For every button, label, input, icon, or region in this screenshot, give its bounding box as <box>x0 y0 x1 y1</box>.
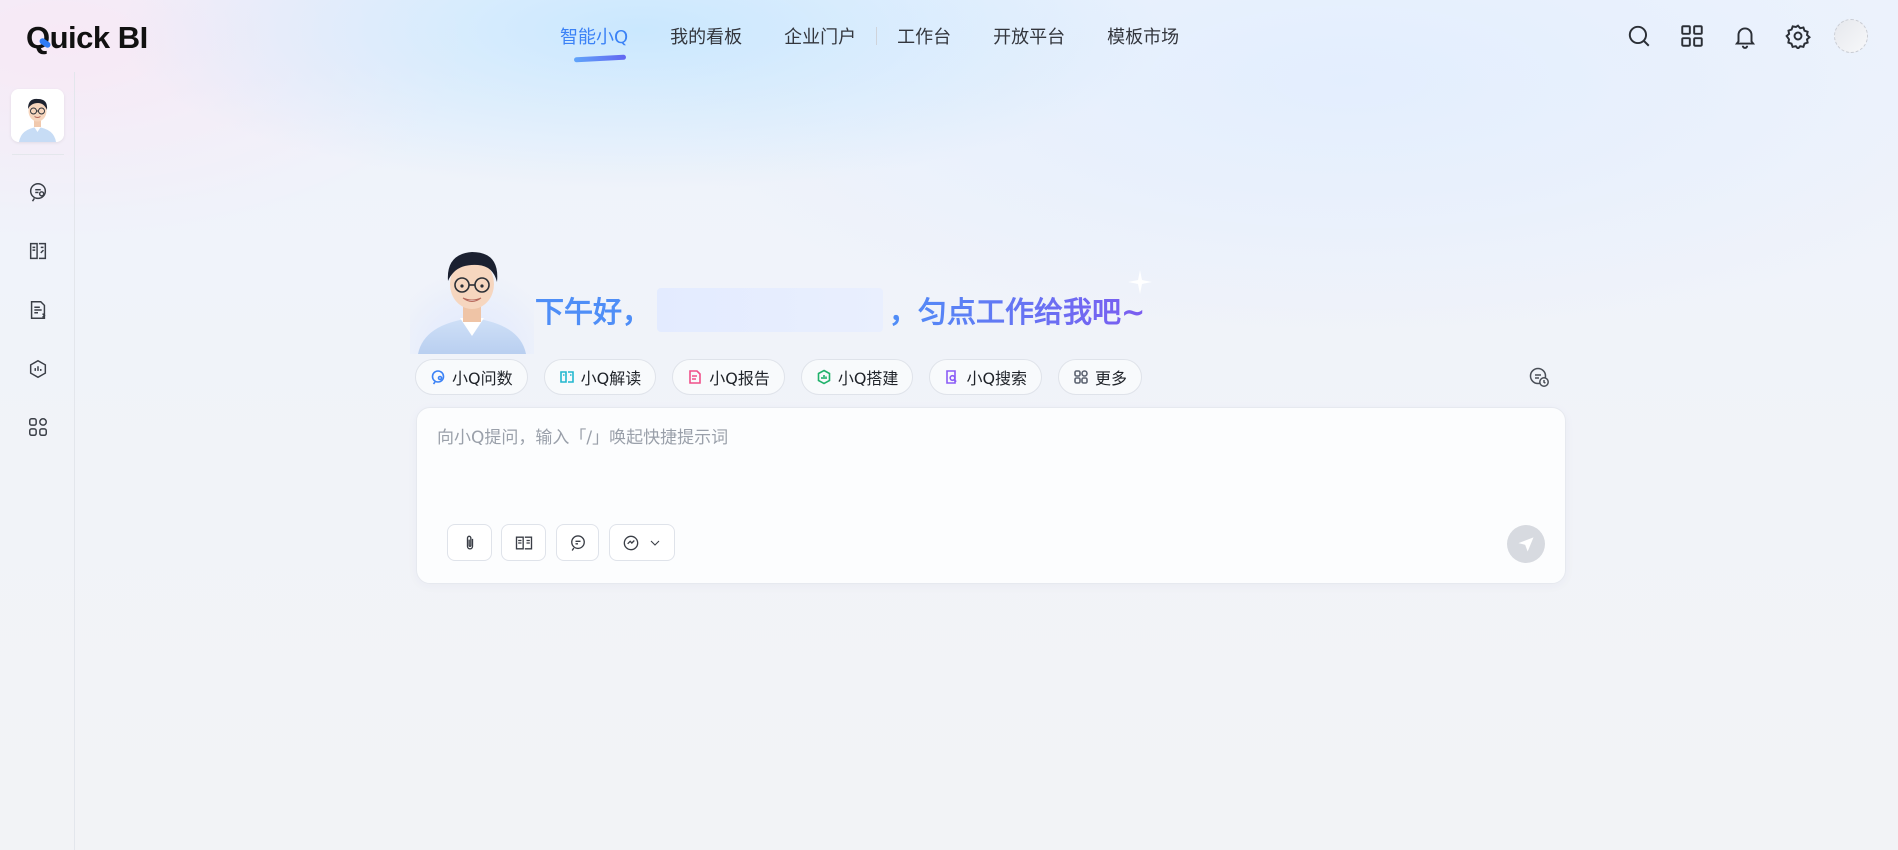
build-icon[interactable] <box>24 355 52 383</box>
nav-item-portal[interactable]: 企业门户 <box>784 23 856 49</box>
send-icon <box>1518 537 1534 552</box>
ask-data-icon <box>431 370 445 385</box>
sidebar-divider <box>12 154 64 155</box>
chip-label: 小Q解读 <box>580 369 642 388</box>
nav-label: 我的看板 <box>670 27 743 48</box>
send-button[interactable] <box>1507 525 1545 563</box>
chat-data-icon <box>570 534 585 551</box>
nav-active-underline <box>573 54 627 63</box>
nav-label: 企业门户 <box>784 27 857 48</box>
chip-more[interactable]: 更多 <box>1058 359 1143 395</box>
quick-bi-logo[interactable]: Quick BI <box>26 20 148 56</box>
question-input-card <box>416 407 1566 584</box>
attach-button[interactable] <box>447 524 492 561</box>
nav-label: 智能小Q <box>560 27 629 48</box>
header-actions <box>1606 16 1868 56</box>
search-chip-icon <box>946 370 958 384</box>
search-icon[interactable] <box>1619 16 1659 56</box>
chip-label: 小Q报告 <box>709 369 770 388</box>
sparkle-icon <box>1128 270 1152 294</box>
history-icon[interactable] <box>1528 366 1550 388</box>
chat-icon[interactable] <box>24 178 52 206</box>
logo-q-letter: Q <box>26 20 50 55</box>
user-avatar[interactable] <box>1834 19 1868 53</box>
nav-item-xiaoq[interactable]: 智能小Q <box>560 23 629 63</box>
xiaoq-hero-avatar <box>410 236 534 354</box>
chip-label: 更多 <box>1095 369 1128 388</box>
greeting-suffix: ，匀点工作给我吧~ <box>889 289 1145 331</box>
chip-label: 小Q问数 <box>452 369 513 388</box>
paperclip-icon <box>466 535 473 549</box>
report-icon[interactable] <box>24 296 52 324</box>
logo-q: Q <box>26 20 52 56</box>
build-chip-icon <box>817 369 831 385</box>
top-header: Quick BI 智能小Q 我的看板 企业门户 工作台 开放平台 模板市场 <box>0 0 1898 72</box>
chip-label: 小Q搭建 <box>837 369 899 388</box>
quick-action-chips: 小Q问数 小Q解读 小Q报告 小Q搭建 小Q搜索 更多 <box>415 359 1158 395</box>
chip-build[interactable]: 小Q搭建 <box>800 359 914 395</box>
apps-grid-icon[interactable] <box>1672 16 1712 56</box>
xiaoq-avatar[interactable] <box>11 89 64 142</box>
nav-label: 开放平台 <box>993 27 1066 48</box>
top-navigation: 智能小Q 我的看板 企业门户 工作台 开放平台 模板市场 <box>560 18 1221 63</box>
chip-ask-data[interactable]: 小Q问数 <box>415 359 528 395</box>
logo-text: Quick BI <box>26 20 148 56</box>
greeting-prefix: 下午好， <box>535 295 652 329</box>
book-open-icon <box>515 536 532 549</box>
nav-divider <box>876 27 878 45</box>
chip-label: 小Q搜索 <box>966 369 1028 388</box>
mode-dropdown[interactable] <box>609 524 675 561</box>
bell-icon[interactable] <box>1725 16 1765 56</box>
more-chip-icon <box>1074 370 1088 384</box>
dataset-button[interactable] <box>556 524 599 561</box>
knowledge-button[interactable] <box>501 524 546 561</box>
nav-item-workbench[interactable]: 工作台 <box>897 23 951 49</box>
chip-search[interactable]: 小Q搜索 <box>929 359 1043 395</box>
nav-item-template-market[interactable]: 模板市场 <box>1107 23 1179 49</box>
nav-label: 模板市场 <box>1107 27 1180 48</box>
report-chip-icon <box>689 370 702 384</box>
mode-icon <box>623 535 639 550</box>
chip-report[interactable]: 小Q报告 <box>672 359 785 395</box>
logo-text-rest: uick BI <box>49 20 149 55</box>
nav-item-open-platform[interactable]: 开放平台 <box>993 23 1065 49</box>
settings-icon[interactable] <box>1778 16 1818 56</box>
book-icon[interactable] <box>24 237 52 265</box>
more-apps-icon[interactable] <box>24 413 52 441</box>
chip-interpret[interactable]: 小Q解读 <box>543 359 657 395</box>
nav-item-dashboards[interactable]: 我的看板 <box>670 23 742 49</box>
question-input[interactable] <box>437 428 1537 448</box>
left-sidebar <box>0 72 75 850</box>
greeting-heading: 下午好， ，匀点工作给我吧~ <box>535 288 1145 332</box>
redacted-username <box>657 288 884 332</box>
nav-label: 工作台 <box>897 27 952 48</box>
chevron-down-icon <box>650 540 660 546</box>
interpret-icon <box>559 371 574 383</box>
